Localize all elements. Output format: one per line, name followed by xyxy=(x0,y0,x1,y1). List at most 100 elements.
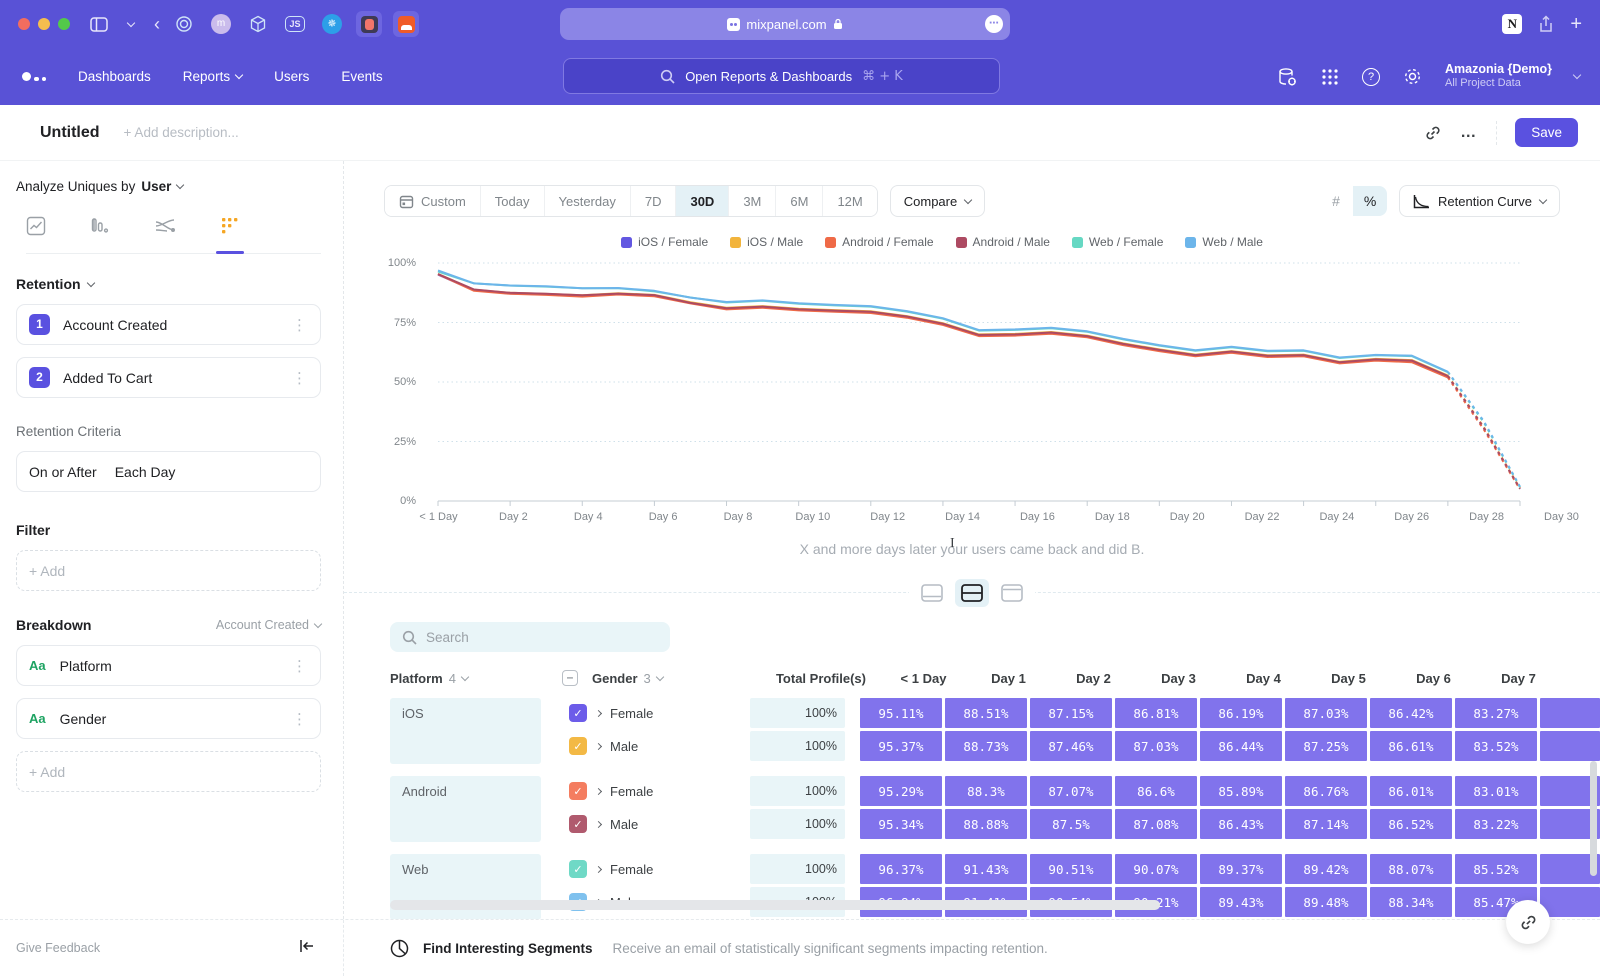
gender-column-header[interactable]: – Gender3 xyxy=(562,670,758,686)
legend-item[interactable]: iOS / Female xyxy=(621,235,708,249)
extension-bird-icon[interactable]: ✵ xyxy=(319,11,345,37)
retention-value-cell[interactable]: 87.46% xyxy=(1030,731,1112,761)
retention-value-cell[interactable]: 86.81% xyxy=(1115,698,1197,728)
settings-gear-icon[interactable] xyxy=(1402,66,1423,87)
retention-value-cell[interactable]: 95.29% xyxy=(860,776,942,806)
tab-list-chevron-icon[interactable] xyxy=(128,23,134,26)
day-column-header[interactable]: Day 5 xyxy=(1306,671,1391,686)
criteria-each-day[interactable]: Each Day xyxy=(115,464,176,480)
retention-value-cell[interactable]: 88.73% xyxy=(945,731,1027,761)
apps-grid-icon[interactable] xyxy=(1320,67,1340,87)
retention-value-cell[interactable]: 86.61% xyxy=(1370,731,1452,761)
retention-value-cell[interactable]: 95.37% xyxy=(860,731,942,761)
notion-extension-icon[interactable]: N xyxy=(1502,14,1522,34)
tab-insights[interactable] xyxy=(26,216,46,241)
data-management-icon[interactable] xyxy=(1276,66,1298,88)
retention-value-cell[interactable]: 88.51% xyxy=(945,698,1027,728)
series-checkbox[interactable]: ✓ xyxy=(569,704,587,722)
retention-value-cell[interactable]: 86.42% xyxy=(1370,698,1452,728)
retention-value-cell[interactable]: 95.34% xyxy=(860,809,942,839)
extension-cloud-icon[interactable] xyxy=(393,11,419,37)
range-30d[interactable]: 30D xyxy=(676,186,729,216)
retention-value-cell[interactable]: 87.08% xyxy=(1115,809,1197,839)
vertical-scrollbar[interactable] xyxy=(1590,761,1597,876)
retention-value-cell[interactable]: 89.48% xyxy=(1285,887,1367,917)
expand-row-icon[interactable] xyxy=(595,865,602,872)
legend-item[interactable]: Web / Female xyxy=(1072,235,1163,249)
retention-value-cell[interactable]: 87.07% xyxy=(1030,776,1112,806)
chart-plot-area[interactable] xyxy=(424,257,1534,507)
breakdown-menu-icon[interactable]: ⋮ xyxy=(292,657,308,675)
series-line[interactable] xyxy=(1448,378,1520,490)
maximize-window-button[interactable] xyxy=(58,18,70,30)
retention-value-cell[interactable]: 89.37% xyxy=(1200,854,1282,884)
breakdown-gender[interactable]: Aa Gender ⋮ xyxy=(16,698,321,739)
retention-value-cell[interactable]: 86.52% xyxy=(1370,809,1452,839)
retention-value-cell[interactable]: 87.14% xyxy=(1285,809,1367,839)
retention-value-cell[interactable]: 88.34% xyxy=(1370,887,1452,917)
legend-item[interactable]: Web / Male xyxy=(1185,235,1262,249)
filter-add-button[interactable]: + Add xyxy=(16,550,321,591)
retention-value-cell[interactable]: 89.43% xyxy=(1200,887,1282,917)
retention-value-cell[interactable]: 83.52% xyxy=(1455,731,1537,761)
share-link-fab[interactable] xyxy=(1506,900,1550,944)
retention-value-cell[interactable]: 88.3% xyxy=(945,776,1027,806)
platform-cell[interactable]: Android xyxy=(390,776,541,842)
nav-item-events[interactable]: Events xyxy=(341,69,382,84)
legend-item[interactable]: Android / Female xyxy=(825,235,933,249)
series-checkbox[interactable]: ✓ xyxy=(569,737,587,755)
breakdown-add-button[interactable]: + Add xyxy=(16,751,321,792)
retention-value-cell[interactable]: 86.01% xyxy=(1370,776,1452,806)
gender-cell[interactable]: ✓Female xyxy=(541,782,737,800)
range-yesterday[interactable]: Yesterday xyxy=(545,186,631,216)
retention-value-cell[interactable]: 88.07% xyxy=(1370,854,1452,884)
range-today[interactable]: Today xyxy=(481,186,545,216)
series-line[interactable] xyxy=(438,274,1448,377)
gender-cell[interactable]: ✓Female xyxy=(541,704,737,722)
day-column-header[interactable]: < 1 Day xyxy=(881,671,966,686)
retention-step-2[interactable]: 2 Added To Cart ⋮ xyxy=(16,357,321,398)
retention-value-cell[interactable]: 87.25% xyxy=(1285,731,1367,761)
series-checkbox[interactable]: ✓ xyxy=(569,815,587,833)
series-line[interactable] xyxy=(1448,376,1520,489)
mixpanel-logo[interactable] xyxy=(22,72,46,82)
more-options-icon[interactable]: … xyxy=(1460,124,1478,142)
retention-value-cell[interactable]: 83.01% xyxy=(1455,776,1537,806)
expand-row-icon[interactable] xyxy=(595,709,602,716)
step-menu-icon[interactable]: ⋮ xyxy=(292,369,308,387)
retention-value-cell[interactable]: 86.76% xyxy=(1285,776,1367,806)
layout-chart-only-button[interactable] xyxy=(915,579,949,607)
gender-cell[interactable]: ✓Female xyxy=(541,860,737,878)
tab-funnels[interactable] xyxy=(90,216,110,241)
copy-link-icon[interactable] xyxy=(1424,124,1442,142)
range-custom[interactable]: Custom xyxy=(385,186,481,216)
collapse-sidebar-icon[interactable] xyxy=(299,939,315,958)
breakdown-platform[interactable]: Aa Platform ⋮ xyxy=(16,645,321,686)
url-more-icon[interactable]: ⋯ xyxy=(985,15,1003,33)
expand-row-icon[interactable] xyxy=(595,742,602,749)
retention-value-cell[interactable]: 90.07% xyxy=(1115,854,1197,884)
extension-m-icon[interactable]: m xyxy=(208,11,234,37)
extension-js-icon[interactable]: JS xyxy=(282,11,308,37)
org-switcher[interactable]: Amazonia {Demo} All Project Data xyxy=(1445,62,1552,91)
share-icon[interactable] xyxy=(1538,15,1554,33)
nav-item-reports[interactable]: Reports xyxy=(183,69,242,84)
retention-value-cell[interactable]: 88.88% xyxy=(945,809,1027,839)
day-column-header[interactable]: Day 2 xyxy=(1051,671,1136,686)
legend-item[interactable]: Android / Male xyxy=(956,235,1050,249)
nav-item-dashboards[interactable]: Dashboards xyxy=(78,69,151,84)
retention-value-cell[interactable]: 83.27% xyxy=(1455,698,1537,728)
retention-value-cell[interactable]: 91.43% xyxy=(945,854,1027,884)
platform-cell[interactable]: iOS xyxy=(390,698,541,764)
save-button[interactable]: Save xyxy=(1515,118,1578,147)
platform-column-header[interactable]: Platform4 xyxy=(390,671,562,686)
day-column-header[interactable]: Day 4 xyxy=(1221,671,1306,686)
retention-value-cell[interactable]: 87.15% xyxy=(1030,698,1112,728)
day-column-header[interactable]: Day 3 xyxy=(1136,671,1221,686)
retention-value-cell[interactable]: 86.19% xyxy=(1200,698,1282,728)
day-column-header[interactable]: Day 7 xyxy=(1476,671,1561,686)
extension-active-tab-icon[interactable] xyxy=(356,11,382,37)
help-icon[interactable]: ? xyxy=(1362,68,1380,86)
range-12m[interactable]: 12M xyxy=(823,186,876,216)
back-icon[interactable]: ‹ xyxy=(154,14,160,35)
